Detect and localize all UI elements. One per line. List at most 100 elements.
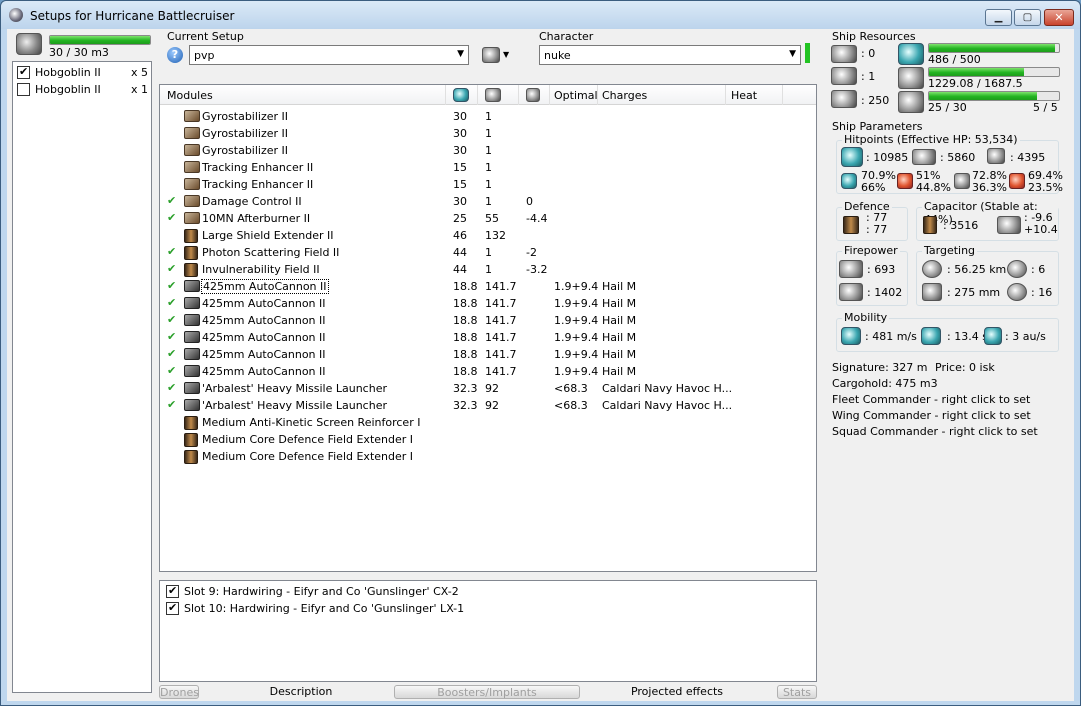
module-row[interactable]: Tracking Enhancer II 15 1 xyxy=(160,159,816,176)
module-icon xyxy=(184,161,200,173)
col-heat[interactable]: Heat xyxy=(731,89,757,102)
current-setup-label: Current Setup xyxy=(167,30,244,43)
module-cpu: 18.8 xyxy=(453,348,478,361)
module-charges: Hail M xyxy=(602,365,637,378)
wing-commander-link[interactable]: Wing Commander - right click to set xyxy=(832,409,1031,422)
active-check-icon: ✔ xyxy=(167,279,177,292)
module-row[interactable]: Medium Core Defence Field Extender I xyxy=(160,448,816,465)
module-row[interactable]: ✔ 425mm AutoCannon II 18.8 141.7 1.9+9.4 Hail… xyxy=(160,312,816,329)
ship-menu-icon[interactable] xyxy=(482,47,500,63)
module-row[interactable]: ✔ 425mm AutoCannon II 18.8 141.7 1.9+9.4 Hail… xyxy=(160,363,816,380)
module-row[interactable]: ✔ Photon Scattering Field II 44 1 -2 xyxy=(160,244,816,261)
tab-description[interactable]: Description xyxy=(242,685,360,699)
price-text: Price: 0 isk xyxy=(935,361,995,374)
calibration-icon xyxy=(898,91,924,113)
fleet-commander-link[interactable]: Fleet Commander - right click to set xyxy=(832,393,1030,406)
module-row[interactable]: ✔ 'Arbalest' Heavy Missile Launcher 32.3 92… xyxy=(160,380,816,397)
module-cpu: 15 xyxy=(453,178,467,191)
module-row[interactable]: Medium Anti-Kinetic Screen Reinforcer I xyxy=(160,414,816,431)
implant-checkbox[interactable]: ✔ xyxy=(166,601,179,615)
armor-hp-icon xyxy=(912,149,936,165)
structure-hp-value: : 4395 xyxy=(1010,151,1046,164)
implant-checkbox[interactable]: ✔ xyxy=(166,584,179,598)
warp-speed-value: : 3 au/s xyxy=(1005,330,1046,343)
drone-list[interactable]: ✔ Hobgoblin II x 5 Hobgoblin II x 1 xyxy=(12,61,152,693)
module-optimal: 1.9+9.4 xyxy=(554,348,599,361)
drone-list-item[interactable]: Hobgoblin II x 1 xyxy=(13,81,151,97)
module-icon xyxy=(184,110,200,122)
module-row[interactable]: ✔ 'Arbalest' Heavy Missile Launcher 32.3 92… xyxy=(160,397,816,414)
structure-hp-icon xyxy=(987,148,1005,164)
module-row[interactable]: Gyrostabilizer II 30 1 xyxy=(160,142,816,159)
module-row[interactable]: ✔ 425mm AutoCannon II 18.8 141.7 1.9+9.4 Hail… xyxy=(160,329,816,346)
character-select[interactable]: nuke ▼ xyxy=(539,45,801,65)
active-check-icon: ✔ xyxy=(167,262,177,275)
active-check-icon: ✔ xyxy=(167,245,177,258)
module-optimal: 1.9+9.4 xyxy=(554,365,599,378)
col-charges[interactable]: Charges xyxy=(602,89,647,102)
module-cpu: 18.8 xyxy=(453,297,478,310)
module-row[interactable]: ✔ 425mm AutoCannon II 18.8 141.7 1.9+9.4 Hail… xyxy=(160,278,816,295)
module-name: 'Arbalest' Heavy Missile Launcher xyxy=(202,399,387,412)
module-row[interactable]: ✔ Invulnerability Field II 44 1 -3.2 xyxy=(160,261,816,278)
tab-stats[interactable]: Stats xyxy=(777,685,817,699)
title-bar[interactable]: Setups for Hurricane Battlecruiser ▁ ▢ ✕ xyxy=(1,1,1080,29)
module-powergrid: 55 xyxy=(485,212,499,225)
armor-hp-value: : 5860 xyxy=(940,151,976,164)
module-name: Photon Scattering Field II xyxy=(202,246,340,259)
drone-bandwidth-value: : 250 xyxy=(861,94,890,107)
close-button[interactable]: ✕ xyxy=(1044,9,1074,26)
tab-projected-effects[interactable]: Projected effects xyxy=(607,685,747,699)
targeting-range-icon xyxy=(922,260,942,278)
module-row[interactable]: Gyrostabilizer II 30 1 xyxy=(160,108,816,125)
module-row[interactable]: ✔ 10MN Afterburner II 25 55 -4.4 xyxy=(160,210,816,227)
module-cpu: 25 xyxy=(453,212,467,225)
module-powergrid: 92 xyxy=(485,382,499,395)
module-charges: Caldari Navy Havoc H... xyxy=(602,399,733,412)
drone-checkbox[interactable] xyxy=(17,83,30,96)
maximize-button[interactable]: ▢ xyxy=(1014,9,1041,26)
drone-list-item[interactable]: ✔ Hobgoblin II x 5 xyxy=(13,64,151,80)
module-row[interactable]: Medium Core Defence Field Extender I xyxy=(160,431,816,448)
module-icon xyxy=(184,195,200,207)
module-name: Gyrostabilizer II xyxy=(202,144,289,157)
col-optimal[interactable]: Optimal xyxy=(554,89,598,102)
active-check-icon: ✔ xyxy=(167,313,177,326)
squad-commander-link[interactable]: Squad Commander - right click to set xyxy=(832,425,1038,438)
module-capacitor: -2 xyxy=(526,246,537,259)
module-row[interactable]: ✔ Damage Control II 30 1 0 xyxy=(160,193,816,210)
module-powergrid: 1 xyxy=(485,161,492,174)
question-icon[interactable]: ? xyxy=(167,47,183,63)
module-name: Medium Core Defence Field Extender I xyxy=(202,433,414,446)
implant-item[interactable]: ✔ Slot 10: Hardwiring - Eifyr and Co 'Gun… xyxy=(160,601,816,617)
module-row[interactable]: Large Shield Extender II 46 132 xyxy=(160,227,816,244)
capacitor-column-icon[interactable] xyxy=(526,88,540,102)
module-powergrid: 1 xyxy=(485,195,492,208)
tab-drones[interactable]: Drones xyxy=(159,685,199,699)
module-row[interactable]: Gyrostabilizer II 30 1 xyxy=(160,125,816,142)
warp-speed-icon xyxy=(984,327,1002,345)
ship-resources-label: Ship Resources xyxy=(832,30,916,43)
character-label: Character xyxy=(539,30,594,43)
module-row[interactable]: Tracking Enhancer II 15 1 xyxy=(160,176,816,193)
setup-select[interactable]: pvp ▼ xyxy=(189,45,469,65)
implant-item[interactable]: ✔ Slot 9: Hardwiring - Eifyr and Co 'Guns… xyxy=(160,584,816,600)
col-modules[interactable]: Modules xyxy=(167,89,213,102)
module-row[interactable]: ✔ 425mm AutoCannon II 18.8 141.7 1.9+9.4 Hail… xyxy=(160,295,816,312)
max-velocity-value: : 481 m/s xyxy=(865,330,917,343)
module-row[interactable]: ✔ 425mm AutoCannon II 18.8 141.7 1.9+9.4 Hail… xyxy=(160,346,816,363)
module-name: Gyrostabilizer II xyxy=(202,127,289,140)
minimize-button[interactable]: ▁ xyxy=(985,9,1012,26)
module-powergrid: 141.7 xyxy=(485,297,517,310)
implants-list[interactable]: ✔ Slot 9: Hardwiring - Eifyr and Co 'Guns… xyxy=(159,580,817,682)
weapon-icon xyxy=(184,297,200,309)
max-targets-icon xyxy=(1007,260,1027,278)
turret-dps-icon xyxy=(839,260,863,278)
cpu-column-icon[interactable] xyxy=(453,88,469,102)
implant-label: Slot 10: Hardwiring - Eifyr and Co 'Guns… xyxy=(184,602,465,615)
drone-checkbox[interactable]: ✔ xyxy=(17,65,30,79)
ship-menu-chevron-icon[interactable]: ▼ xyxy=(503,50,509,59)
modules-table[interactable]: Modules Optimal Charges Heat Gyrostabili… xyxy=(159,84,817,572)
powergrid-column-icon[interactable] xyxy=(485,88,501,102)
tab-boosters-implants[interactable]: Boosters/Implants xyxy=(394,685,580,699)
